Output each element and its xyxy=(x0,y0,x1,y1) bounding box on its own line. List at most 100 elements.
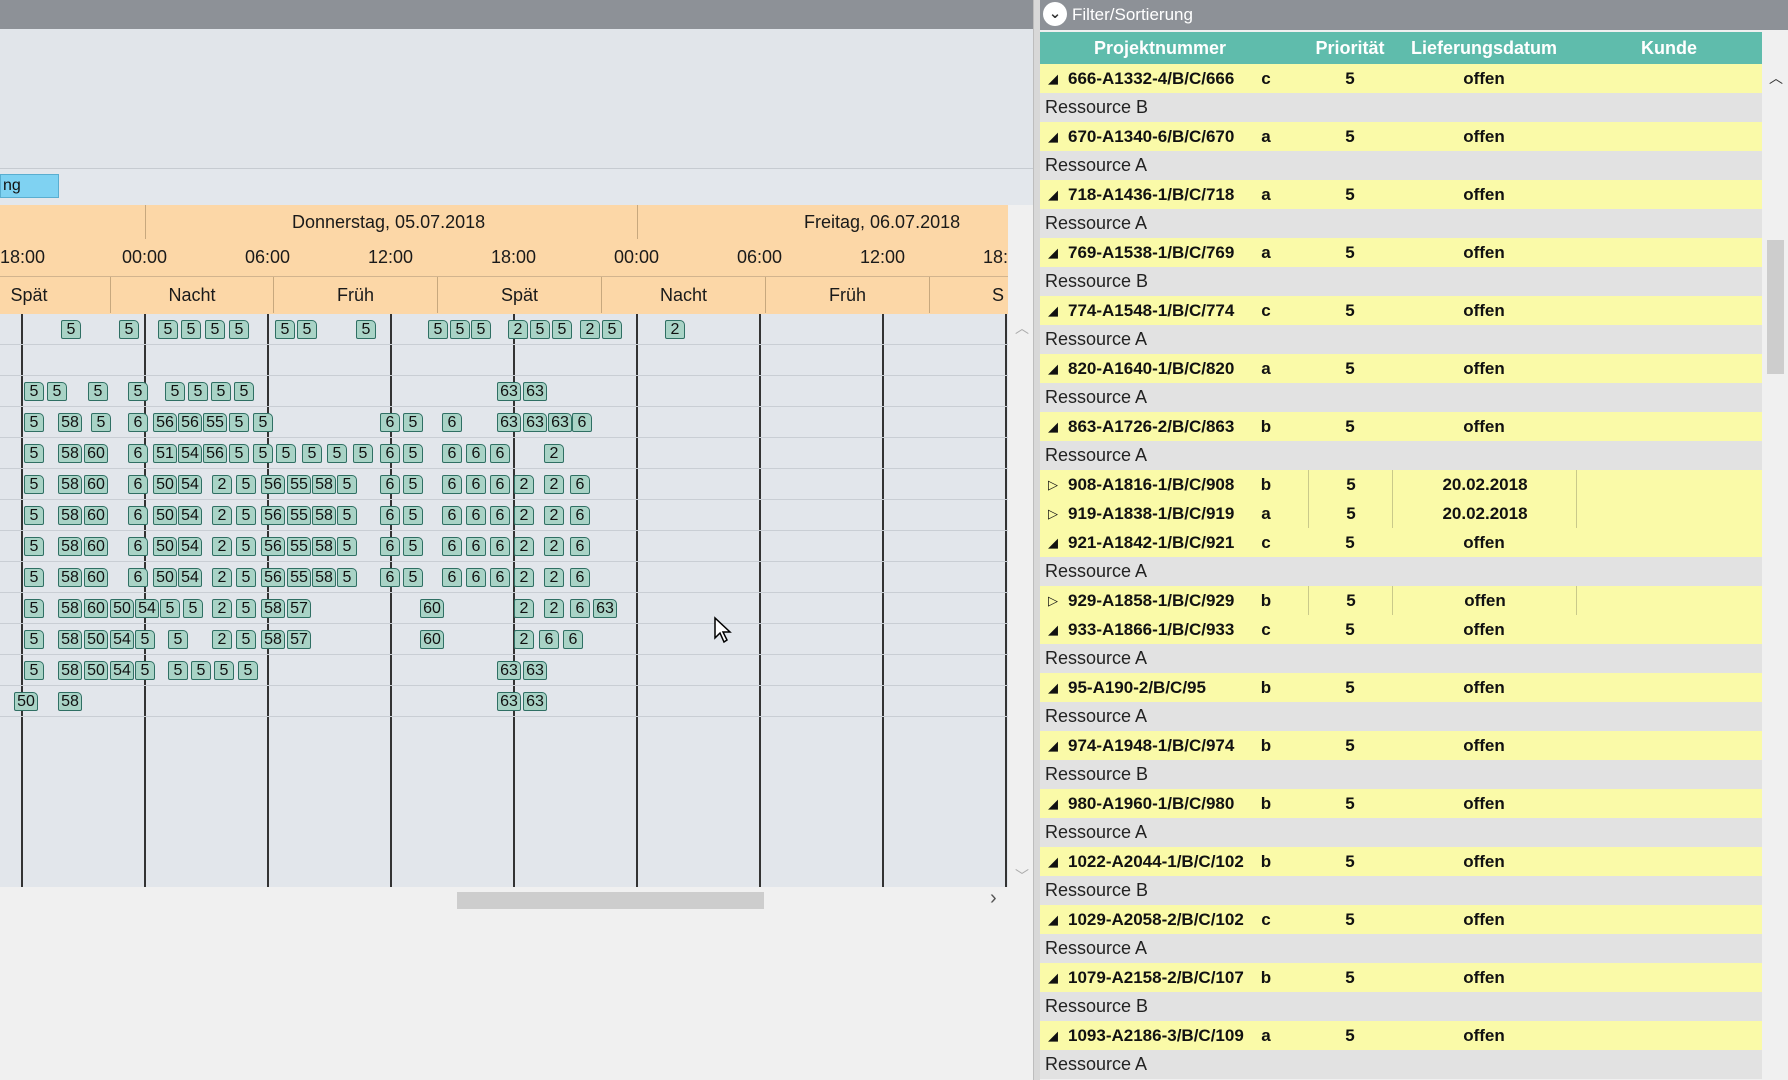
gantt-task-chip[interactable]: 5 xyxy=(337,506,357,525)
gantt-task-chip[interactable]: 6 xyxy=(380,475,400,494)
gantt-task-chip[interactable]: 6 xyxy=(380,506,400,525)
resource-group-row[interactable]: Ressource A xyxy=(1040,151,1762,180)
gantt-task-chip[interactable]: 6 xyxy=(570,537,590,556)
resource-group-row[interactable]: Ressource A xyxy=(1040,702,1762,731)
gantt-task-chip[interactable]: 6 xyxy=(466,444,486,463)
gantt-task-chip[interactable]: 6 xyxy=(442,475,462,494)
scroll-thumb[interactable] xyxy=(1767,240,1784,374)
gantt-task-chip[interactable]: 63 xyxy=(593,599,617,618)
gantt-task-chip[interactable]: 2 xyxy=(514,630,534,649)
gantt-task-chip[interactable]: 6 xyxy=(128,413,148,432)
gantt-task-chip[interactable]: 2 xyxy=(212,506,232,525)
gantt-task-chip[interactable]: 60 xyxy=(84,599,108,618)
gantt-task-chip[interactable]: 54 xyxy=(178,568,202,587)
resource-group-row[interactable]: Ressource A xyxy=(1040,1050,1762,1079)
gantt-task-chip[interactable]: 57 xyxy=(287,599,311,618)
collapse-triangle-icon[interactable]: ◢ xyxy=(1048,180,1058,209)
gantt-task-chip[interactable]: 5 xyxy=(275,320,295,339)
column-header-lieferungsdatum[interactable]: Lieferungsdatum xyxy=(1392,32,1576,64)
gantt-task-chip[interactable]: 56 xyxy=(261,475,285,494)
project-row[interactable]: ◢ 1029-A2058-2/B/C/102 c 5 offen xyxy=(1040,905,1762,935)
gantt-task-chip[interactable]: 6 xyxy=(572,413,592,432)
gantt-task-chip[interactable]: 5 xyxy=(211,382,231,401)
gantt-task-chip[interactable]: 2 xyxy=(544,537,564,556)
gantt-task-chip[interactable]: 54 xyxy=(178,475,202,494)
gantt-task-chip[interactable]: 50 xyxy=(153,568,177,587)
gantt-task-chip[interactable]: 55 xyxy=(203,413,227,432)
scroll-up-icon[interactable]: ︿ xyxy=(1015,318,1029,338)
gantt-task-chip[interactable]: 6 xyxy=(466,537,486,556)
gantt-task-chip[interactable]: 60 xyxy=(84,506,108,525)
gantt-task-chip[interactable]: 60 xyxy=(84,537,108,556)
gantt-task-chip[interactable]: 58 xyxy=(261,599,285,618)
gantt-task-chip[interactable]: 63 xyxy=(523,382,547,401)
gantt-task-chip[interactable]: 6 xyxy=(380,444,400,463)
gantt-task-chip[interactable]: 5 xyxy=(471,320,491,339)
gantt-task-chip[interactable]: 5 xyxy=(128,382,148,401)
gantt-task-chip[interactable]: 63 xyxy=(497,661,521,680)
gantt-task-chip[interactable]: 2 xyxy=(212,568,232,587)
gantt-task-chip[interactable]: 54 xyxy=(178,506,202,525)
gantt-task-chip[interactable]: 5 xyxy=(530,320,550,339)
gantt-horizontal-scrollbar[interactable]: › xyxy=(0,887,1010,913)
resource-group-row[interactable]: Ressource A xyxy=(1040,441,1762,470)
gantt-task-chip[interactable]: 5 xyxy=(602,320,622,339)
collapse-triangle-icon[interactable]: ◢ xyxy=(1048,238,1058,267)
gantt-task-chip[interactable]: 2 xyxy=(514,475,534,494)
gantt-task-chip[interactable]: 50 xyxy=(84,630,108,649)
gantt-task-chip[interactable]: 5 xyxy=(327,444,347,463)
project-row[interactable]: ◢ 95-A190-2/B/C/95 b 5 offen xyxy=(1040,673,1762,703)
gantt-task-chip[interactable]: 50 xyxy=(110,599,134,618)
gantt-task-chip[interactable]: 55 xyxy=(287,537,311,556)
collapse-triangle-icon[interactable]: ◢ xyxy=(1048,615,1058,644)
gantt-task-chip[interactable]: 2 xyxy=(544,475,564,494)
expand-triangle-icon[interactable]: ▷ xyxy=(1048,586,1058,615)
gantt-task-chip[interactable]: 63 xyxy=(523,692,547,711)
gantt-task-chip[interactable]: 5 xyxy=(297,320,317,339)
gantt-task-chip[interactable]: 55 xyxy=(287,506,311,525)
gantt-task-chip[interactable]: 58 xyxy=(312,568,336,587)
gantt-task-chip[interactable]: 54 xyxy=(178,537,202,556)
gantt-task-chip[interactable]: 5 xyxy=(24,537,44,556)
resource-group-row[interactable]: Ressource A xyxy=(1040,934,1762,963)
project-row[interactable]: ◢ 820-A1640-1/B/C/820 a 5 offen xyxy=(1040,354,1762,384)
collapse-triangle-icon[interactable]: ◢ xyxy=(1048,905,1058,934)
gantt-task-chip[interactable]: 58 xyxy=(58,599,82,618)
resource-group-row[interactable]: Ressource A xyxy=(1040,209,1762,238)
gantt-task-chip[interactable]: 2 xyxy=(544,444,564,463)
scroll-up-icon[interactable]: ︿ xyxy=(1769,68,1783,88)
gantt-task-chip[interactable]: 2 xyxy=(212,630,232,649)
gantt-task-chip[interactable]: 6 xyxy=(570,475,590,494)
gantt-task-chip[interactable]: 5 xyxy=(552,320,572,339)
gantt-task-chip[interactable]: 5 xyxy=(61,320,81,339)
gantt-task-chip[interactable]: 6 xyxy=(128,537,148,556)
gantt-task-chip[interactable]: 2 xyxy=(514,599,534,618)
gantt-task-chip[interactable]: 6 xyxy=(490,537,510,556)
resource-group-row[interactable]: Ressource A xyxy=(1040,383,1762,412)
gantt-task-chip[interactable]: 56 xyxy=(261,506,285,525)
collapse-triangle-icon[interactable]: ◢ xyxy=(1048,296,1058,325)
gantt-task-chip[interactable]: 5 xyxy=(214,661,234,680)
gantt-task-chip[interactable]: 5 xyxy=(24,506,44,525)
project-row[interactable]: ◢ 718-A1436-1/B/C/718 a 5 offen xyxy=(1040,180,1762,210)
collapse-triangle-icon[interactable]: ◢ xyxy=(1048,1021,1058,1050)
gantt-task-chip[interactable]: 55 xyxy=(287,475,311,494)
gantt-task-chip[interactable]: 2 xyxy=(580,320,600,339)
gantt-task-chip[interactable]: 6 xyxy=(442,413,462,432)
gantt-task-chip[interactable]: 58 xyxy=(312,537,336,556)
gantt-task-chip[interactable]: 5 xyxy=(236,475,256,494)
gantt-task-chip[interactable]: 5 xyxy=(135,630,155,649)
gantt-task-chip[interactable]: 6 xyxy=(570,568,590,587)
gantt-task-chip[interactable]: 58 xyxy=(312,506,336,525)
collapse-triangle-icon[interactable]: ◢ xyxy=(1048,122,1058,151)
resource-group-row[interactable]: Ressource B xyxy=(1040,93,1762,122)
gantt-task-chip[interactable]: 2 xyxy=(514,568,534,587)
gantt-task-chip[interactable]: 58 xyxy=(58,537,82,556)
gantt-task-chip[interactable]: 54 xyxy=(178,444,202,463)
gantt-task-chip[interactable]: 56 xyxy=(203,444,227,463)
resource-group-row[interactable]: Ressource A xyxy=(1040,325,1762,354)
filter-sort-bar[interactable]: ⌄ Filter/Sortierung xyxy=(1040,0,1788,30)
resource-group-row[interactable]: Ressource B xyxy=(1040,876,1762,905)
gantt-task-chip[interactable]: 5 xyxy=(165,382,185,401)
gantt-task-chip[interactable]: 5 xyxy=(356,320,376,339)
